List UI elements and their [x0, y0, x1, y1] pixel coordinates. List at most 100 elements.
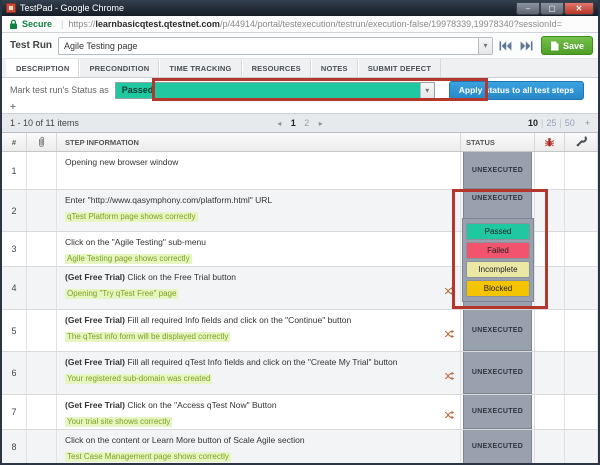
paperclip-icon	[39, 136, 44, 147]
test-step-settings-icon[interactable]	[444, 326, 455, 344]
status-cell[interactable]: UNEXECUTED	[461, 310, 535, 351]
status-option-blocked[interactable]: Blocked	[466, 280, 530, 297]
status-option-incomplete[interactable]: Incomplete	[466, 261, 530, 278]
tools-cell[interactable]	[565, 152, 598, 189]
tools-cell[interactable]	[565, 430, 598, 463]
attachment-cell[interactable]	[27, 310, 57, 351]
attachment-cell[interactable]	[27, 190, 57, 231]
status-badge[interactable]: UNEXECUTED	[463, 310, 532, 351]
defect-cell[interactable]	[535, 310, 565, 351]
status-cell[interactable]: UNEXECUTED	[461, 152, 535, 189]
tools-cell[interactable]	[565, 352, 598, 394]
status-cell[interactable]: UNEXECUTED	[461, 352, 535, 394]
defect-cell[interactable]	[535, 267, 565, 309]
status-cell[interactable]: UNEXECUTED	[461, 395, 535, 429]
table-row[interactable]: 6 (Get Free Trial) Fill all required qTe…	[2, 352, 598, 395]
status-badge[interactable]: UNEXECUTED	[463, 152, 532, 189]
attachment-cell[interactable]	[27, 395, 57, 429]
defect-cell[interactable]	[535, 152, 565, 189]
step-cell[interactable]: Opening new browser window	[57, 152, 461, 189]
tools-cell[interactable]	[565, 190, 598, 231]
run-status-label: Mark test run's Status as	[10, 85, 109, 95]
tab-description[interactable]: DESCRIPTION	[6, 59, 80, 77]
tab-submit-defect[interactable]: SUBMIT DEFECT	[357, 59, 442, 77]
maximize-button[interactable]: ▢	[540, 1, 564, 15]
run-status-selected-value: Passed	[121, 85, 154, 95]
window-title: TestPad - Google Chrome	[20, 3, 125, 13]
defect-cell[interactable]	[535, 232, 565, 266]
table-header: # STEP INFORMATION STATUS	[2, 133, 598, 152]
status-option-passed[interactable]: Passed	[466, 223, 530, 240]
testrun-label: Test Run	[10, 40, 53, 51]
defect-cell[interactable]	[535, 190, 565, 231]
table-row[interactable]: 7 (Get Free Trial) Click on the "Access …	[2, 395, 598, 430]
test-step-settings-icon[interactable]	[444, 283, 455, 301]
test-step-settings-icon[interactable]	[444, 407, 455, 425]
tools-cell[interactable]	[565, 267, 598, 309]
tab-resources[interactable]: RESOURCES	[241, 59, 311, 77]
run-status-select[interactable]: Passed ▾	[114, 81, 435, 99]
status-badge[interactable]: UNEXECUTED	[463, 395, 532, 429]
expected-result: qTest Platform page shows correctly	[65, 212, 198, 222]
tab-time-tracking[interactable]: TIME TRACKING	[159, 59, 242, 77]
tools-cell[interactable]	[565, 232, 598, 266]
padlock-icon	[10, 19, 17, 29]
step-cell[interactable]: Click on the "Agile Testing" sub-menu Agi…	[57, 232, 461, 266]
page-number-1[interactable]: 1	[291, 118, 296, 128]
apply-status-button[interactable]: Apply status to all test steps	[448, 80, 585, 100]
header-tools	[565, 133, 598, 151]
tab-precondition[interactable]: PRECONDITION	[79, 59, 160, 77]
prev-test-run-button[interactable]	[498, 39, 514, 53]
status-option-failed[interactable]: Failed	[466, 242, 530, 259]
attachment-cell[interactable]	[27, 152, 57, 189]
close-button[interactable]: ✕	[564, 1, 594, 15]
chevron-down-icon[interactable]: ▾	[477, 37, 492, 54]
page-number-2[interactable]: 2	[304, 118, 309, 128]
testrun-select[interactable]: Agile Testing page ▾	[58, 36, 493, 55]
header-status[interactable]: STATUS	[461, 133, 535, 151]
testpad-app-icon	[6, 3, 16, 13]
attachment-cell[interactable]	[27, 352, 57, 394]
plus-icon[interactable]: +	[10, 102, 16, 113]
minimize-button[interactable]: –	[516, 1, 540, 15]
attachment-cell[interactable]	[27, 232, 57, 266]
chevron-down-icon[interactable]: ▾	[419, 82, 434, 98]
url-divider: |	[61, 19, 64, 29]
step-number: 6	[2, 352, 27, 394]
tools-cell[interactable]	[565, 395, 598, 429]
next-test-run-button[interactable]	[519, 39, 535, 53]
step-cell[interactable]: Click on the content or Learn More butto…	[57, 430, 461, 463]
table-row[interactable]: 1 Opening new browser window UNEXECUTED	[2, 152, 598, 190]
header-attachment	[27, 133, 57, 151]
step-cell[interactable]: (Get Free Trial) Click on the Free Trial…	[57, 267, 461, 309]
browser-address-bar[interactable]: Secure | https://learnbasicqtest.qtestne…	[2, 16, 598, 33]
page-navigator: ◂ 1 2 ▸	[2, 118, 598, 128]
defect-cell[interactable]	[535, 430, 565, 463]
step-cell[interactable]: (Get Free Trial) Fill all required qTest…	[57, 352, 461, 394]
attachment-cell[interactable]	[27, 430, 57, 463]
secure-label: Secure	[22, 19, 53, 29]
test-step-settings-icon[interactable]	[444, 368, 455, 386]
table-row[interactable]: 5 (Get Free Trial) Fill all required Inf…	[2, 310, 598, 352]
status-cell[interactable]: UNEXECUTED	[461, 430, 535, 463]
prev-page-icon[interactable]: ◂	[277, 119, 281, 128]
defect-cell[interactable]	[535, 395, 565, 429]
save-document-icon	[550, 41, 559, 50]
browser-window: TestPad - Google Chrome – ▢ ✕ Secure | h…	[0, 0, 600, 465]
step-cell[interactable]: (Get Free Trial) Fill all required Info …	[57, 310, 461, 351]
add-step-row: +	[2, 102, 598, 113]
expected-result: Your trial site shows correctly	[65, 417, 173, 427]
status-badge[interactable]: UNEXECUTED	[463, 430, 532, 463]
step-cell[interactable]: (Get Free Trial) Click on the "Access qT…	[57, 395, 461, 429]
table-row[interactable]: 8 Click on the content or Learn More but…	[2, 430, 598, 463]
attachment-cell[interactable]	[27, 267, 57, 309]
step-cell[interactable]: Enter "http://www.qasymphony.com/platfor…	[57, 190, 461, 231]
status-badge[interactable]: UNEXECUTED	[463, 352, 532, 394]
tools-cell[interactable]	[565, 310, 598, 351]
defect-cell[interactable]	[535, 352, 565, 394]
tab-notes[interactable]: NOTES	[310, 59, 358, 77]
next-page-icon[interactable]: ▸	[319, 119, 323, 128]
testrun-selected-value: Agile Testing page	[64, 40, 138, 51]
save-button[interactable]: Save	[540, 36, 593, 55]
expected-result: Opening "Try qTest Free" page	[65, 289, 179, 299]
